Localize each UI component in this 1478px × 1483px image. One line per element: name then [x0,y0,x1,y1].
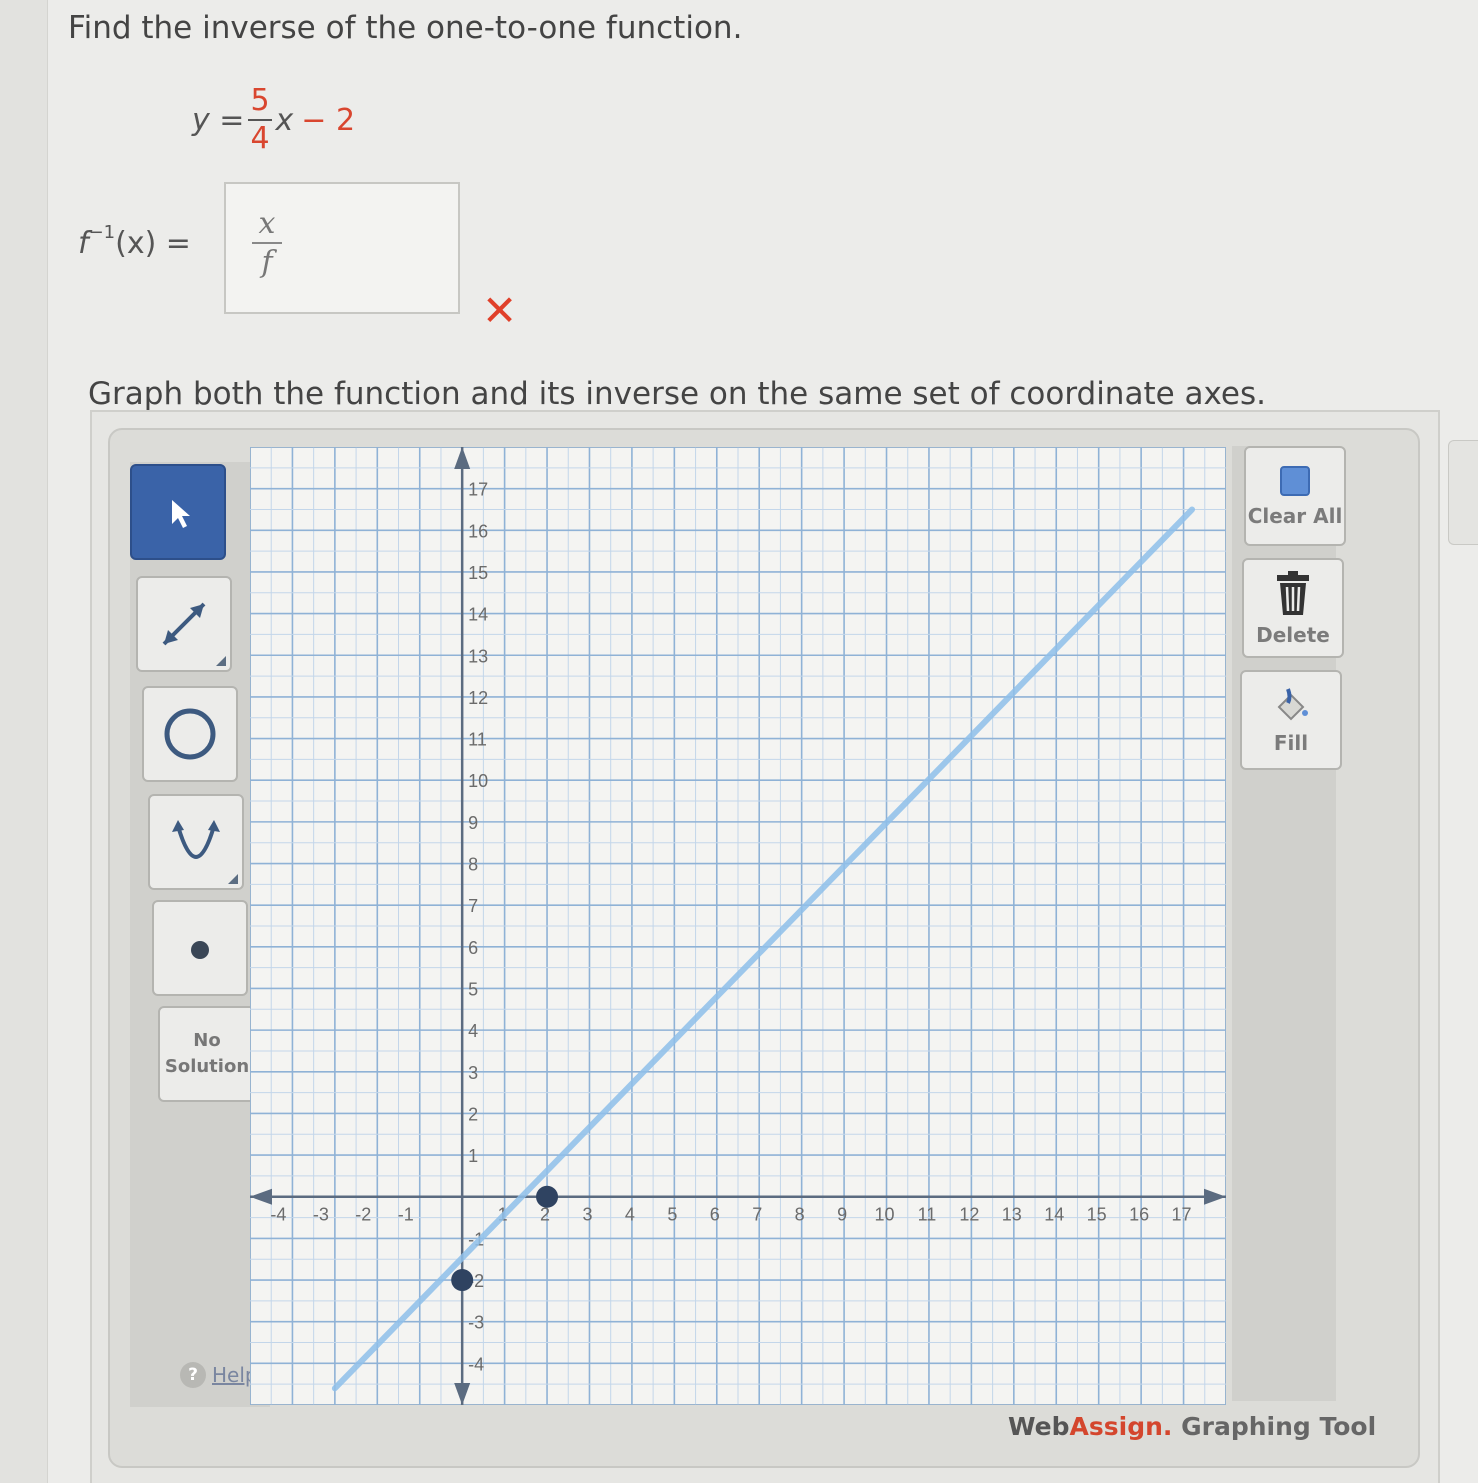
plotted-point [451,1269,474,1292]
x-tick-label: 15 [1087,1205,1107,1225]
coefficient-numerator: 5 [250,83,270,118]
answer-denominator: f [252,242,282,282]
help-link[interactable]: ? Help [180,1362,258,1388]
page-margin [0,0,48,1483]
y-tick-label: 10 [468,771,488,791]
answer-numerator: x [258,206,276,241]
no-solution-line2: Solution [164,1056,250,1077]
parabola-tool-button[interactable] [148,794,244,890]
y-tick-label: 7 [468,896,478,916]
y-tick-label: 4 [468,1021,478,1041]
equation-constant: − 2 [301,102,356,138]
y-tick-label: 15 [468,563,488,583]
point-icon [191,941,209,959]
x-tick-label: 7 [752,1205,762,1225]
y-tick-label: 14 [468,605,488,625]
paint-bucket-icon [1277,688,1308,721]
x-tick-label: 13 [1002,1205,1022,1225]
delete-label: Delete [1256,623,1330,647]
x-tick-label: 16 [1129,1205,1149,1225]
y-tick-label: 17 [468,480,488,500]
x-tick-label: -4 [270,1205,286,1225]
x-tick-label: 6 [710,1205,720,1225]
x-tick-label: 14 [1044,1205,1064,1225]
clear-all-icon [1280,466,1310,496]
y-tick-label: -3 [468,1313,484,1333]
y-tick-label: 9 [468,813,478,833]
no-solution-button[interactable]: No Solution [158,1006,256,1102]
no-solution-label: No Solution [165,1028,249,1080]
clear-all-button[interactable]: Clear All [1244,446,1346,546]
inverse-exponent: −1 [88,222,116,243]
y-tick-label: 6 [468,938,478,958]
graph-instruction: Graph both the function and its inverse … [88,376,1266,412]
plotted-point [536,1185,559,1208]
x-tick-label: 12 [959,1205,979,1225]
circle-tool-button[interactable] [142,686,238,782]
x-tick-label: 2 [540,1205,550,1225]
line-segment-icon [162,602,206,646]
answer-fraction: x f [252,206,282,282]
equation-lhs: y = [192,102,245,138]
answer-input[interactable]: x f [224,182,460,314]
y-tick-label: 2 [468,1104,478,1124]
y-tick-label: 1 [468,1146,478,1166]
circle-icon [164,708,216,760]
trash-icon [1277,571,1309,615]
no-solution-line1: No [193,1030,221,1051]
x-tick-label: 9 [837,1205,847,1225]
x-tick-label: 11 [918,1205,937,1225]
y-tick-label: 13 [468,646,488,666]
y-tick-label: -4 [468,1354,484,1374]
inverse-rest: (x) = [115,226,191,261]
delete-button[interactable]: Delete [1242,558,1344,658]
brand-web: Web [1008,1412,1070,1441]
submenu-indicator [216,656,226,666]
webassign-brand: WebAssign. Graphing Tool [1008,1412,1376,1441]
brand-assign: Assign. [1069,1412,1173,1441]
pointer-icon [172,500,190,528]
side-tab[interactable] [1448,440,1478,545]
x-tick-label: -3 [313,1205,329,1225]
submenu-indicator [228,874,238,884]
help-icon: ? [180,1362,206,1388]
clear-all-label: Clear All [1247,504,1343,528]
coefficient-denominator: 4 [248,119,272,156]
brand-tool: Graphing Tool [1172,1412,1377,1441]
function-equation: y = 5 4 x − 2 [192,75,355,165]
y-tick-label: 12 [468,688,488,708]
x-tick-label: 17 [1172,1205,1192,1225]
y-tick-label: 5 [468,979,478,999]
x-tick-label: 5 [667,1205,677,1225]
x-tick-label: 8 [795,1205,805,1225]
inverse-label: f−1(x) = [78,222,191,261]
point-tool-button[interactable] [152,900,248,996]
x-tick-label: -2 [355,1205,371,1225]
parabola-icon [172,820,220,859]
equation-variable: x [275,102,294,138]
x-tick-label: 10 [875,1205,895,1225]
x-mark-icon: ✕ [482,286,518,335]
pointer-tool-button[interactable] [130,464,226,560]
x-tick-label: 3 [582,1205,592,1225]
y-tick-label: 16 [468,521,488,541]
y-tick-label: 3 [468,1063,478,1083]
coefficient-fraction: 5 4 [248,83,272,157]
fill-label: Fill [1273,731,1309,755]
line-tool-button[interactable] [136,576,232,672]
y-tick-label: 8 [468,855,478,875]
inverse-f: f [78,226,89,261]
x-tick-label: -1 [398,1205,414,1225]
coordinate-graph[interactable]: -4-3-2-11234567891011121314151617-4-3-2-… [250,447,1226,1405]
x-tick-label: 4 [625,1205,635,1225]
question-prompt: Find the inverse of the one-to-one funct… [68,10,743,46]
fill-button[interactable]: Fill [1240,670,1342,770]
y-tick-label: 11 [468,730,487,750]
